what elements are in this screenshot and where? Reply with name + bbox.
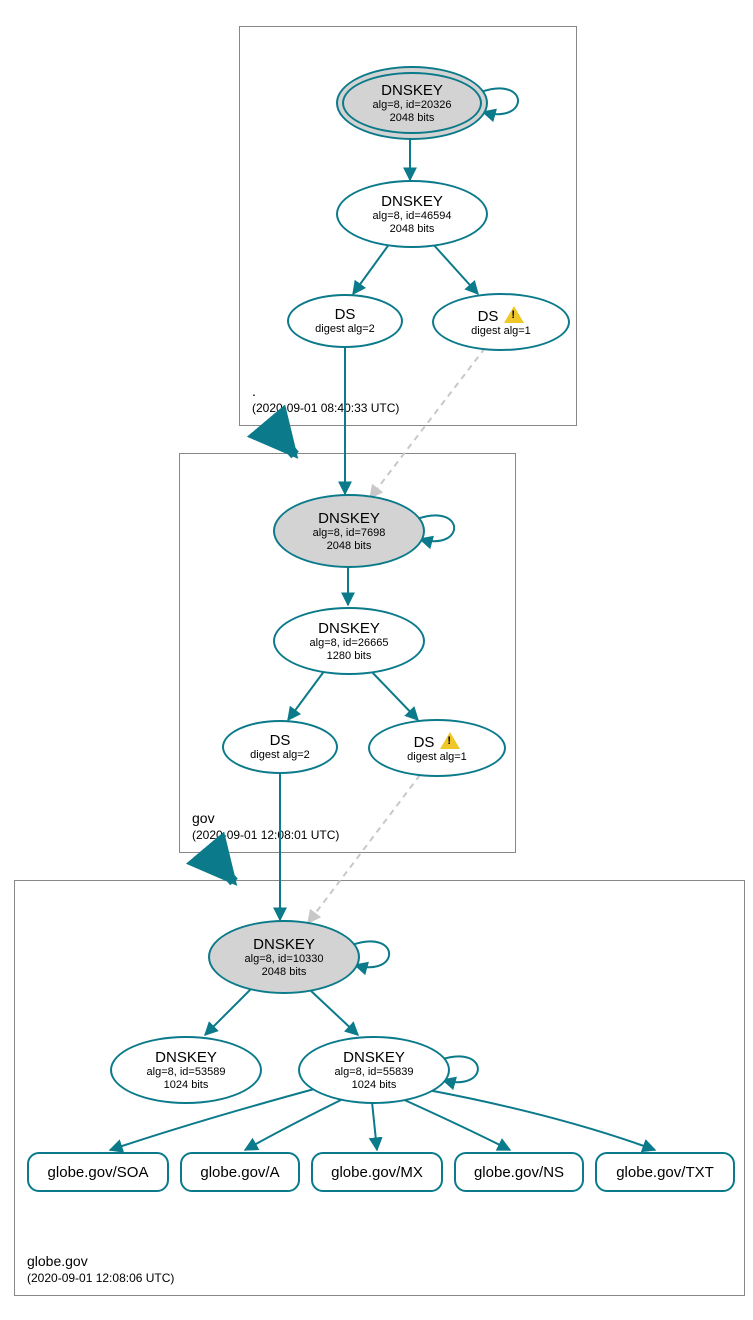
node-root-ksk-alg: alg=8, id=20326	[373, 99, 452, 112]
node-gov-ds2: DS digest alg=2	[222, 720, 338, 774]
node-root-ds1: DS digest alg=1	[432, 293, 570, 351]
node-gov-zsk-alg: alg=8, id=26665	[310, 637, 389, 650]
zone-root-title: .	[252, 383, 399, 399]
warning-icon	[504, 306, 524, 323]
node-globe-zsk1-title: DNSKEY	[155, 1049, 217, 1066]
zone-gov-label: gov (2020-09-01 12:08:01 UTC)	[192, 810, 339, 842]
node-root-ds2: DS digest alg=2	[287, 294, 403, 348]
node-globe-ksk-alg: alg=8, id=10330	[245, 953, 324, 966]
zone-root-timestamp: (2020-09-01 08:40:33 UTC)	[252, 401, 399, 415]
node-gov-ksk: DNSKEY alg=8, id=7698 2048 bits	[273, 494, 425, 568]
node-globe-ksk: DNSKEY alg=8, id=10330 2048 bits	[208, 920, 360, 994]
rrset-a: globe.gov/A	[180, 1152, 300, 1192]
node-gov-ds1-title: DS	[414, 732, 461, 751]
zone-gov-timestamp: (2020-09-01 12:08:01 UTC)	[192, 828, 339, 842]
rrset-ns: globe.gov/NS	[454, 1152, 584, 1192]
node-globe-ksk-title: DNSKEY	[253, 936, 315, 953]
node-globe-zsk1-alg: alg=8, id=53589	[147, 1066, 226, 1079]
node-root-ksk: DNSKEY alg=8, id=20326 2048 bits	[336, 66, 488, 140]
zone-globe-timestamp: (2020-09-01 12:08:06 UTC)	[27, 1271, 174, 1285]
node-gov-ds1: DS digest alg=1	[368, 719, 506, 777]
node-root-ds1-alg: digest alg=1	[471, 325, 531, 338]
node-gov-ds2-alg: digest alg=2	[250, 749, 310, 762]
rrset-mx: globe.gov/MX	[311, 1152, 443, 1192]
node-gov-zsk: DNSKEY alg=8, id=26665 1280 bits	[273, 607, 425, 675]
zone-globe-title: globe.gov	[27, 1253, 174, 1269]
node-gov-zsk-bits: 1280 bits	[327, 650, 372, 663]
node-root-ds1-title: DS	[478, 306, 525, 325]
node-gov-ksk-alg: alg=8, id=7698	[313, 527, 386, 540]
node-gov-ksk-bits: 2048 bits	[327, 540, 372, 553]
node-globe-ksk-bits: 2048 bits	[262, 966, 307, 979]
node-root-ksk-title: DNSKEY	[381, 82, 443, 99]
node-root-zsk: DNSKEY alg=8, id=46594 2048 bits	[336, 180, 488, 248]
node-root-zsk-bits: 2048 bits	[390, 223, 435, 236]
node-gov-ds2-title: DS	[270, 732, 291, 749]
node-globe-zsk2-bits: 1024 bits	[352, 1079, 397, 1092]
node-root-ds2-alg: digest alg=2	[315, 323, 375, 336]
node-gov-ksk-title: DNSKEY	[318, 510, 380, 527]
node-globe-zsk2-alg: alg=8, id=55839	[335, 1066, 414, 1079]
warning-icon	[440, 732, 460, 749]
node-gov-zsk-title: DNSKEY	[318, 620, 380, 637]
node-root-ksk-bits: 2048 bits	[390, 112, 435, 125]
node-root-zsk-title: DNSKEY	[381, 193, 443, 210]
node-globe-zsk1-bits: 1024 bits	[164, 1079, 209, 1092]
zone-globe-label: globe.gov (2020-09-01 12:08:06 UTC)	[27, 1253, 174, 1285]
zone-gov-title: gov	[192, 810, 339, 826]
node-root-ds2-title: DS	[335, 306, 356, 323]
rrset-soa: globe.gov/SOA	[27, 1152, 169, 1192]
node-globe-zsk1: DNSKEY alg=8, id=53589 1024 bits	[110, 1036, 262, 1104]
node-globe-zsk2-title: DNSKEY	[343, 1049, 405, 1066]
rrset-txt: globe.gov/TXT	[595, 1152, 735, 1192]
node-root-zsk-alg: alg=8, id=46594	[373, 210, 452, 223]
zone-root-label: . (2020-09-01 08:40:33 UTC)	[252, 383, 399, 415]
node-gov-ds1-alg: digest alg=1	[407, 751, 467, 764]
node-globe-zsk2: DNSKEY alg=8, id=55839 1024 bits	[298, 1036, 450, 1104]
